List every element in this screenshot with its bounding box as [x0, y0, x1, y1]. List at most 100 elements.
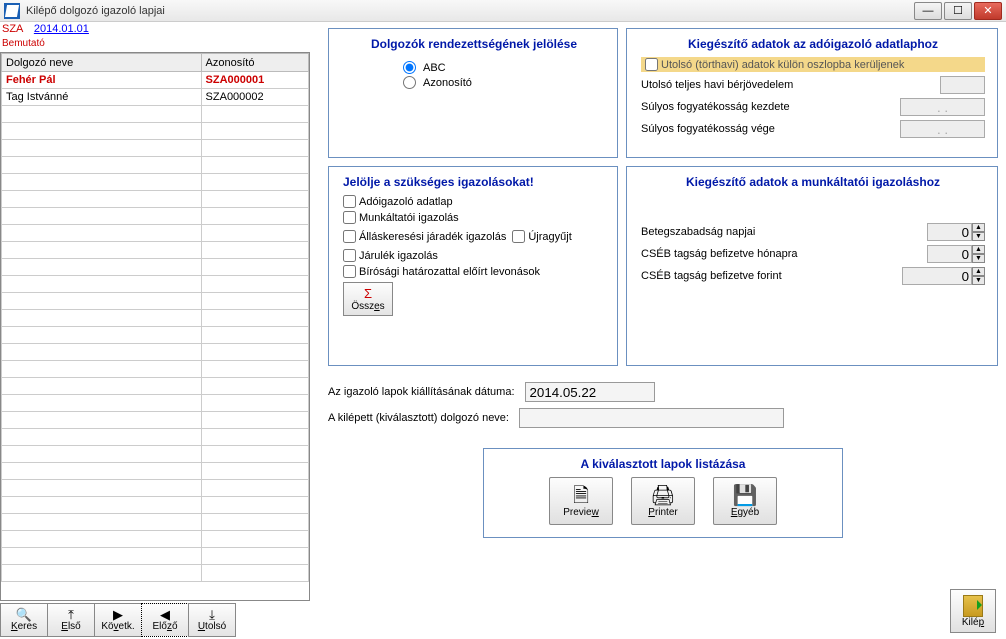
table-row[interactable]: [2, 174, 309, 191]
table-row[interactable]: [2, 225, 309, 242]
table-row[interactable]: [2, 242, 309, 259]
table-row[interactable]: [2, 446, 309, 463]
close-button[interactable]: ✕: [974, 2, 1002, 20]
chk-munkaltatoi[interactable]: Munkáltatói igazolás: [343, 211, 605, 224]
col-name-header[interactable]: Dolgozó neve: [2, 54, 202, 72]
sigma-icon: Σ: [364, 286, 372, 301]
mid-rows: Az igazoló lapok kiállításának dátuma: A…: [328, 376, 998, 434]
adat-field2-label: Súlyos fogyatékosság kezdete: [641, 101, 900, 113]
nav-elso[interactable]: ⤒ Első: [47, 603, 95, 637]
table-row[interactable]: [2, 259, 309, 276]
chk-birosagi[interactable]: Bírósági határozattal előírt levonások: [343, 265, 605, 278]
left-column: SZA 2014.01.01 Bemutató Dolgozó neve Azo…: [0, 22, 310, 639]
egyeb-button[interactable]: 💾 Egyéb: [713, 477, 777, 525]
table-row[interactable]: [2, 412, 309, 429]
table-row[interactable]: [2, 276, 309, 293]
kilep-name-label: A kilépett (kiválasztott) dolgozó neve:: [328, 412, 509, 424]
munk-field1-label: Betegszabadság napjai: [641, 226, 927, 238]
table-row[interactable]: [2, 548, 309, 565]
table-row[interactable]: [2, 106, 309, 123]
radio-abc[interactable]: ABC: [403, 61, 605, 74]
nav-kovetk[interactable]: ▶ Követk.: [94, 603, 142, 637]
spin-up-icon[interactable]: ▲: [972, 223, 985, 232]
spin-down-icon[interactable]: ▼: [972, 276, 985, 285]
adat-field1-label: Utolsó teljes havi bérjövedelem: [641, 79, 940, 91]
last-icon: ⤓: [209, 608, 215, 621]
prev-icon: ◀: [160, 608, 170, 621]
first-icon: ⤒: [68, 608, 74, 621]
employee-grid[interactable]: Dolgozó neve Azonosító Fehér PálSZA00000…: [0, 52, 310, 601]
panel-adatlap: Kiegészítő adatok az adóigazoló adatlaph…: [626, 28, 998, 158]
panel-szukseges-title: Jelölje a szükséges igazolásokat!: [343, 175, 605, 189]
table-row[interactable]: [2, 514, 309, 531]
spin-down-icon[interactable]: ▼: [972, 232, 985, 241]
table-row[interactable]: [2, 157, 309, 174]
table-row[interactable]: [2, 565, 309, 582]
radio-azonosito[interactable]: Azonosító: [403, 76, 605, 89]
top-bemutato: Bemutató: [2, 38, 45, 49]
kilep-button[interactable]: Kilép: [950, 589, 996, 633]
spin-up-icon[interactable]: ▲: [972, 245, 985, 254]
panel-lista: A kiválasztott lapok listázása 🗎 Preview…: [483, 448, 843, 538]
table-row[interactable]: [2, 531, 309, 548]
preview-icon: 🗎: [573, 485, 589, 507]
table-row[interactable]: [2, 497, 309, 514]
adat-field3-label: Súlyos fogyatékosság vége: [641, 123, 900, 135]
chk-allaskeresesi[interactable]: Álláskeresési járadék igazolás: [343, 230, 506, 243]
table-row[interactable]: [2, 208, 309, 225]
col-id-header[interactable]: Azonosító: [201, 54, 308, 72]
app-icon: [4, 3, 20, 19]
next-icon: ▶: [113, 608, 123, 621]
spin-up-icon[interactable]: ▲: [972, 267, 985, 276]
chk-jarulek[interactable]: Járulék igazolás: [343, 249, 605, 262]
table-row[interactable]: [2, 293, 309, 310]
table-row[interactable]: [2, 310, 309, 327]
preview-button[interactable]: 🗎 Preview: [549, 477, 613, 525]
panel-sort: Dolgozók rendezettségének jelölése ABC A…: [328, 28, 618, 158]
munk-field3-spin[interactable]: ▲▼: [902, 267, 985, 285]
right-column: Dolgozók rendezettségének jelölése ABC A…: [310, 22, 1006, 639]
table-row[interactable]: [2, 378, 309, 395]
spin-down-icon[interactable]: ▼: [972, 254, 985, 263]
table-row[interactable]: [2, 123, 309, 140]
adat-field2-input[interactable]: [900, 98, 985, 116]
panel-munkaltatoi-title: Kiegészítő adatok a munkáltatói igazolás…: [641, 175, 985, 189]
table-row[interactable]: [2, 429, 309, 446]
table-row[interactable]: [2, 395, 309, 412]
minimize-button[interactable]: —: [914, 2, 942, 20]
munk-field2-spin[interactable]: ▲▼: [927, 245, 985, 263]
printer-button[interactable]: 🖨 Printer: [631, 477, 695, 525]
table-row[interactable]: [2, 463, 309, 480]
maximize-button[interactable]: ☐: [944, 2, 972, 20]
table-row[interactable]: Tag IstvánnéSZA000002: [2, 89, 309, 106]
table-row[interactable]: [2, 361, 309, 378]
munk-field3-label: CSÉB tagság befizetve forint: [641, 270, 902, 282]
table-row[interactable]: [2, 191, 309, 208]
table-row[interactable]: [2, 480, 309, 497]
yellow-checkbox[interactable]: [645, 58, 658, 71]
table-row[interactable]: [2, 327, 309, 344]
panel-adatlap-title: Kiegészítő adatok az adóigazoló adatlaph…: [641, 37, 985, 51]
table-row[interactable]: [2, 140, 309, 157]
adat-field3-input[interactable]: [900, 120, 985, 138]
panel-munkaltatoi: Kiegészítő adatok a munkáltatói igazolás…: [626, 166, 998, 366]
table-row[interactable]: Fehér PálSZA000001: [2, 72, 309, 89]
table-row[interactable]: [2, 344, 309, 361]
window-title: Kilépő dolgozó igazoló lapjai: [26, 5, 914, 17]
top-info: SZA 2014.01.01 Bemutató: [0, 22, 310, 51]
nav-elozo[interactable]: ◀ Előző: [141, 603, 189, 637]
top-date[interactable]: 2014.01.01: [34, 23, 89, 35]
binoculars-icon: 🔍: [16, 608, 32, 621]
nav-utolso[interactable]: ⤓ Utolsó: [188, 603, 236, 637]
adat-field1-input[interactable]: [940, 76, 985, 94]
chk-ujragyujt[interactable]: Újragyűjt: [512, 230, 571, 243]
yellow-checkbox-row[interactable]: Utolsó (törthavi) adatok külön oszlopba …: [641, 57, 985, 72]
osszes-button[interactable]: Σ Összes: [343, 282, 393, 316]
kiall-date-input[interactable]: [525, 382, 655, 402]
munk-field1-spin[interactable]: ▲▼: [927, 223, 985, 241]
kilep-name-input[interactable]: [519, 408, 784, 428]
exit-door-icon: [963, 595, 983, 617]
nav-keres[interactable]: 🔍 Keres: [0, 603, 48, 637]
chk-adoigazolo[interactable]: Adóigazoló adatlap: [343, 195, 605, 208]
panel-lista-title: A kiválasztott lapok listázása: [494, 457, 832, 471]
